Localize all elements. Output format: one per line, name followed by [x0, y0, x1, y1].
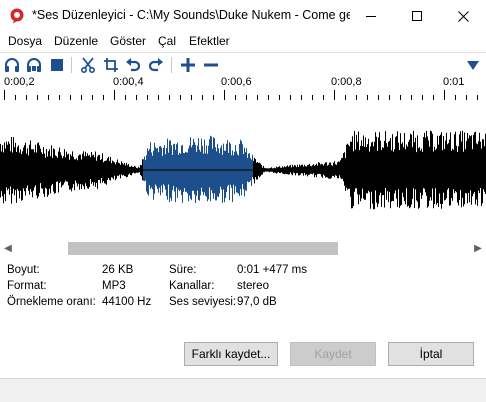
channels-label: Kanallar: — [169, 280, 215, 292]
cancel-button[interactable]: İptal — [388, 342, 474, 366]
size-label: Boyut: — [7, 264, 40, 276]
menu-cal[interactable]: Çal — [158, 34, 176, 48]
menu-bar: Dosya Düzenle Göster Çal Efektler — [0, 32, 486, 52]
waveform-graphic — [0, 130, 486, 210]
duration-label: Süre: — [169, 264, 197, 276]
undo-icon[interactable] — [124, 56, 142, 74]
minimize-button[interactable] — [348, 0, 394, 32]
duration-value: 0:01 +477 ms — [237, 264, 308, 276]
waveform[interactable] — [0, 100, 486, 240]
redo-icon[interactable] — [147, 56, 165, 74]
maximize-button[interactable] — [394, 0, 440, 32]
toolbar — [0, 52, 486, 76]
menu-efektler[interactable]: Efektler — [189, 34, 230, 48]
format-value: MP3 — [102, 280, 126, 292]
samplerate-label: Örnekleme oranı: — [7, 296, 96, 308]
samplerate-value: 44100 Hz — [102, 296, 152, 308]
zoom-in-icon[interactable] — [179, 56, 197, 74]
volume-value: 97,0 dB — [237, 296, 277, 308]
volume-label: Ses seviyesi: — [169, 296, 237, 308]
channels-value: stereo — [237, 280, 269, 292]
close-icon — [457, 10, 469, 22]
save-as-button[interactable]: Farklı kaydet... — [184, 342, 278, 366]
window-title: *Ses Düzenleyici - C:\My Sounds\Duke Nuk… — [32, 8, 350, 22]
menu-goster[interactable]: Göster — [110, 34, 146, 48]
menu-dosya[interactable]: Dosya — [8, 34, 42, 48]
crop-icon[interactable] — [102, 56, 120, 74]
stop-icon[interactable] — [48, 56, 66, 74]
toolbar-separator — [171, 57, 172, 73]
scroll-right-icon[interactable]: ▶ — [470, 241, 486, 256]
minimize-icon — [366, 16, 376, 17]
status-bar — [0, 378, 486, 402]
zoom-out-icon[interactable] — [202, 56, 220, 74]
menu-duzenle[interactable]: Düzenle — [54, 34, 98, 48]
time-ruler: 0:00,2 0:00,4 0:00,6 0:00,8 0:01 — [0, 76, 486, 100]
cut-icon[interactable] — [79, 56, 97, 74]
horizontal-scrollbar[interactable]: ◀ ▶ — [0, 240, 486, 257]
headphones-selection-icon[interactable] — [25, 56, 43, 74]
headphones-icon[interactable] — [3, 56, 21, 74]
scroll-thumb[interactable] — [68, 242, 338, 255]
title-bar: *Ses Düzenleyici - C:\My Sounds\Duke Nuk… — [0, 0, 486, 32]
format-label: Format: — [7, 280, 47, 292]
toolbar-separator — [71, 57, 72, 73]
maximize-icon — [412, 11, 422, 21]
scroll-left-icon[interactable]: ◀ — [0, 241, 16, 256]
ruler-ticks — [4, 90, 478, 100]
size-value: 26 KB — [102, 264, 134, 276]
save-button[interactable]: Kaydet — [290, 342, 376, 366]
close-button[interactable] — [440, 0, 486, 32]
dropdown-icon[interactable] — [464, 56, 482, 74]
app-icon — [9, 8, 25, 24]
